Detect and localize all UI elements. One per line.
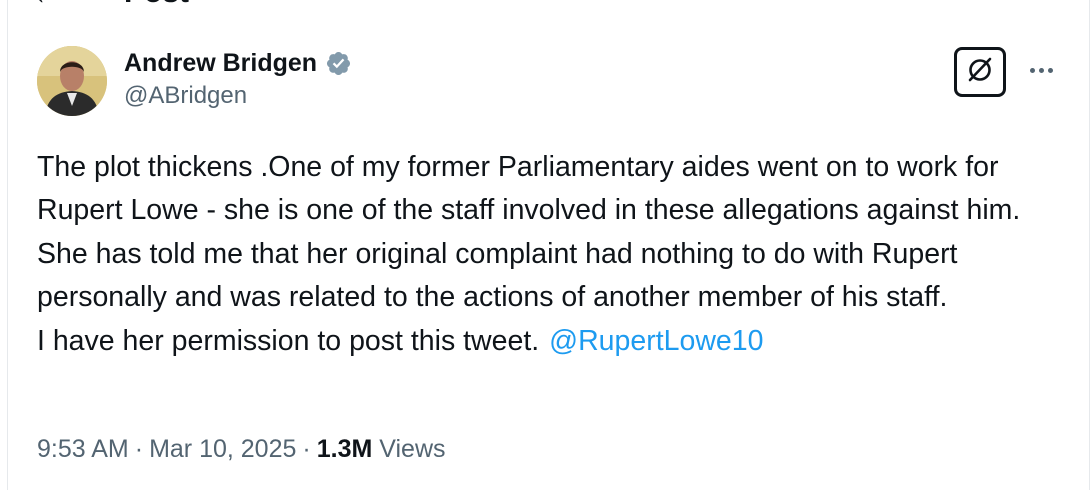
author-name-row: Andrew Bridgen: [124, 48, 352, 78]
author-display-name[interactable]: Andrew Bridgen: [124, 48, 317, 78]
tweet-text: The plot thickens .One of my former Parl…: [37, 146, 1077, 363]
mention-link[interactable]: @RupertLowe10: [549, 325, 763, 357]
grok-button[interactable]: [954, 47, 1006, 97]
views-count: 1.3M: [316, 435, 373, 463]
more-horizontal-icon-dot: [1047, 67, 1053, 73]
more-horizontal-icon: [1029, 67, 1035, 73]
card-left-border: [7, 0, 8, 490]
tweet-meta: 9:53 AM · Mar 10, 2025 · 1.3M Views: [37, 432, 446, 466]
tweet-text-permission: I have her permission to post this tweet…: [37, 324, 540, 357]
tweet-time[interactable]: 9:53 AM: [37, 435, 129, 463]
post-header: ← Post: [30, 0, 189, 10]
tweet-date[interactable]: Mar 10, 2025: [149, 435, 296, 463]
more-horizontal-icon-dot: [1038, 67, 1044, 73]
meta-separator: ·: [134, 435, 144, 463]
author-handle[interactable]: @ABridgen: [124, 80, 352, 112]
more-options-button[interactable]: [1026, 60, 1056, 80]
card-right-border: [1089, 0, 1090, 490]
author-info: Andrew Bridgen @ABridgen: [124, 48, 352, 112]
tweet-text-main: The plot thickens .One of my former Parl…: [37, 151, 1029, 314]
tweet-text-last-line: I have her permission to post this tweet…: [37, 320, 1077, 363]
verified-badge-icon[interactable]: [325, 50, 352, 77]
arrow-left-icon[interactable]: ←: [30, 0, 64, 10]
avatar[interactable]: [37, 46, 107, 116]
grok-icon: [965, 55, 995, 90]
page-title: Post: [124, 0, 189, 8]
views-label: Views: [379, 435, 446, 463]
meta-separator: ·: [302, 435, 311, 463]
post-page: ← Post Andrew Bridgen @ABridgen: [0, 0, 1092, 490]
